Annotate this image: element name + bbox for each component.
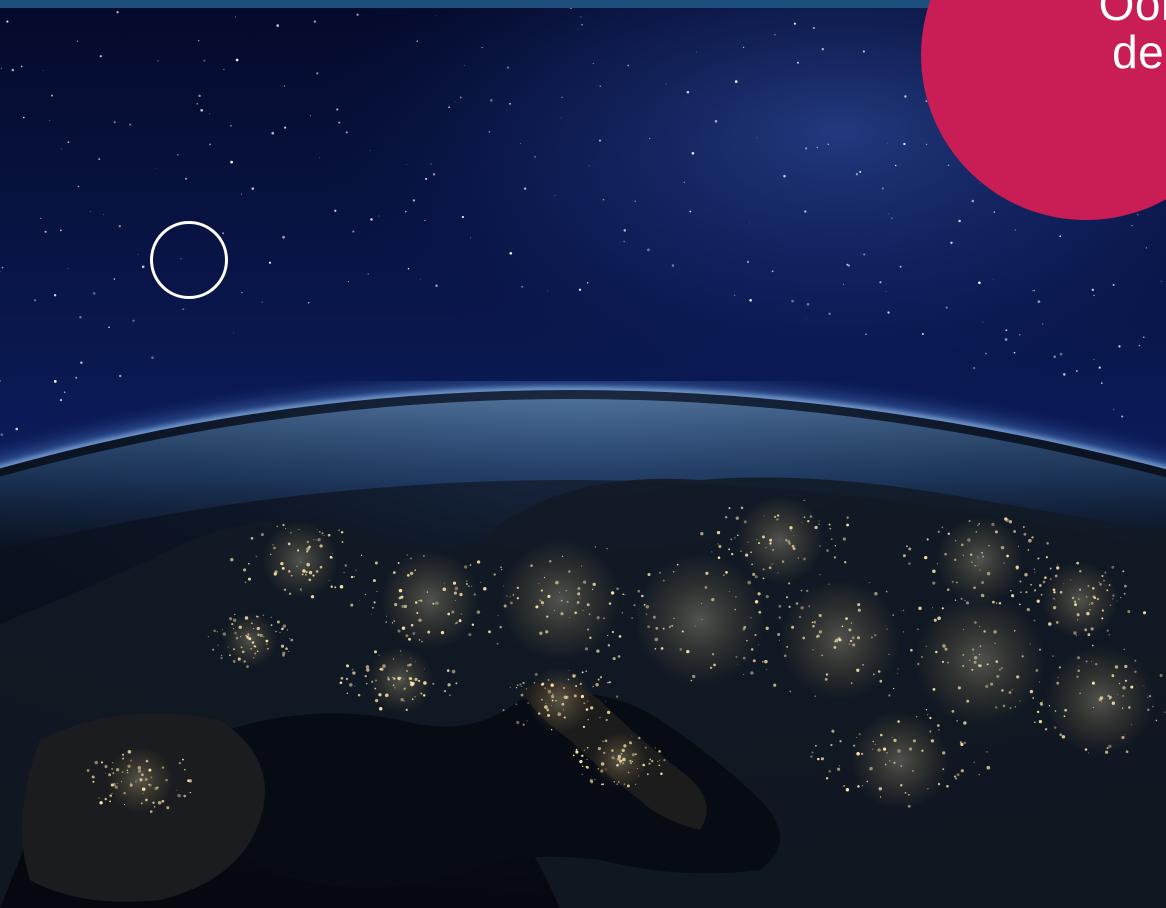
highlight-ring [150, 221, 228, 299]
badge-text: Ook vo de AV [1013, 0, 1166, 76]
badge-line-1: Ook vo [1098, 0, 1166, 30]
hero-image-scene: Ook vo de AV [0, 0, 1166, 908]
badge-line-2: de AV [1112, 26, 1166, 78]
